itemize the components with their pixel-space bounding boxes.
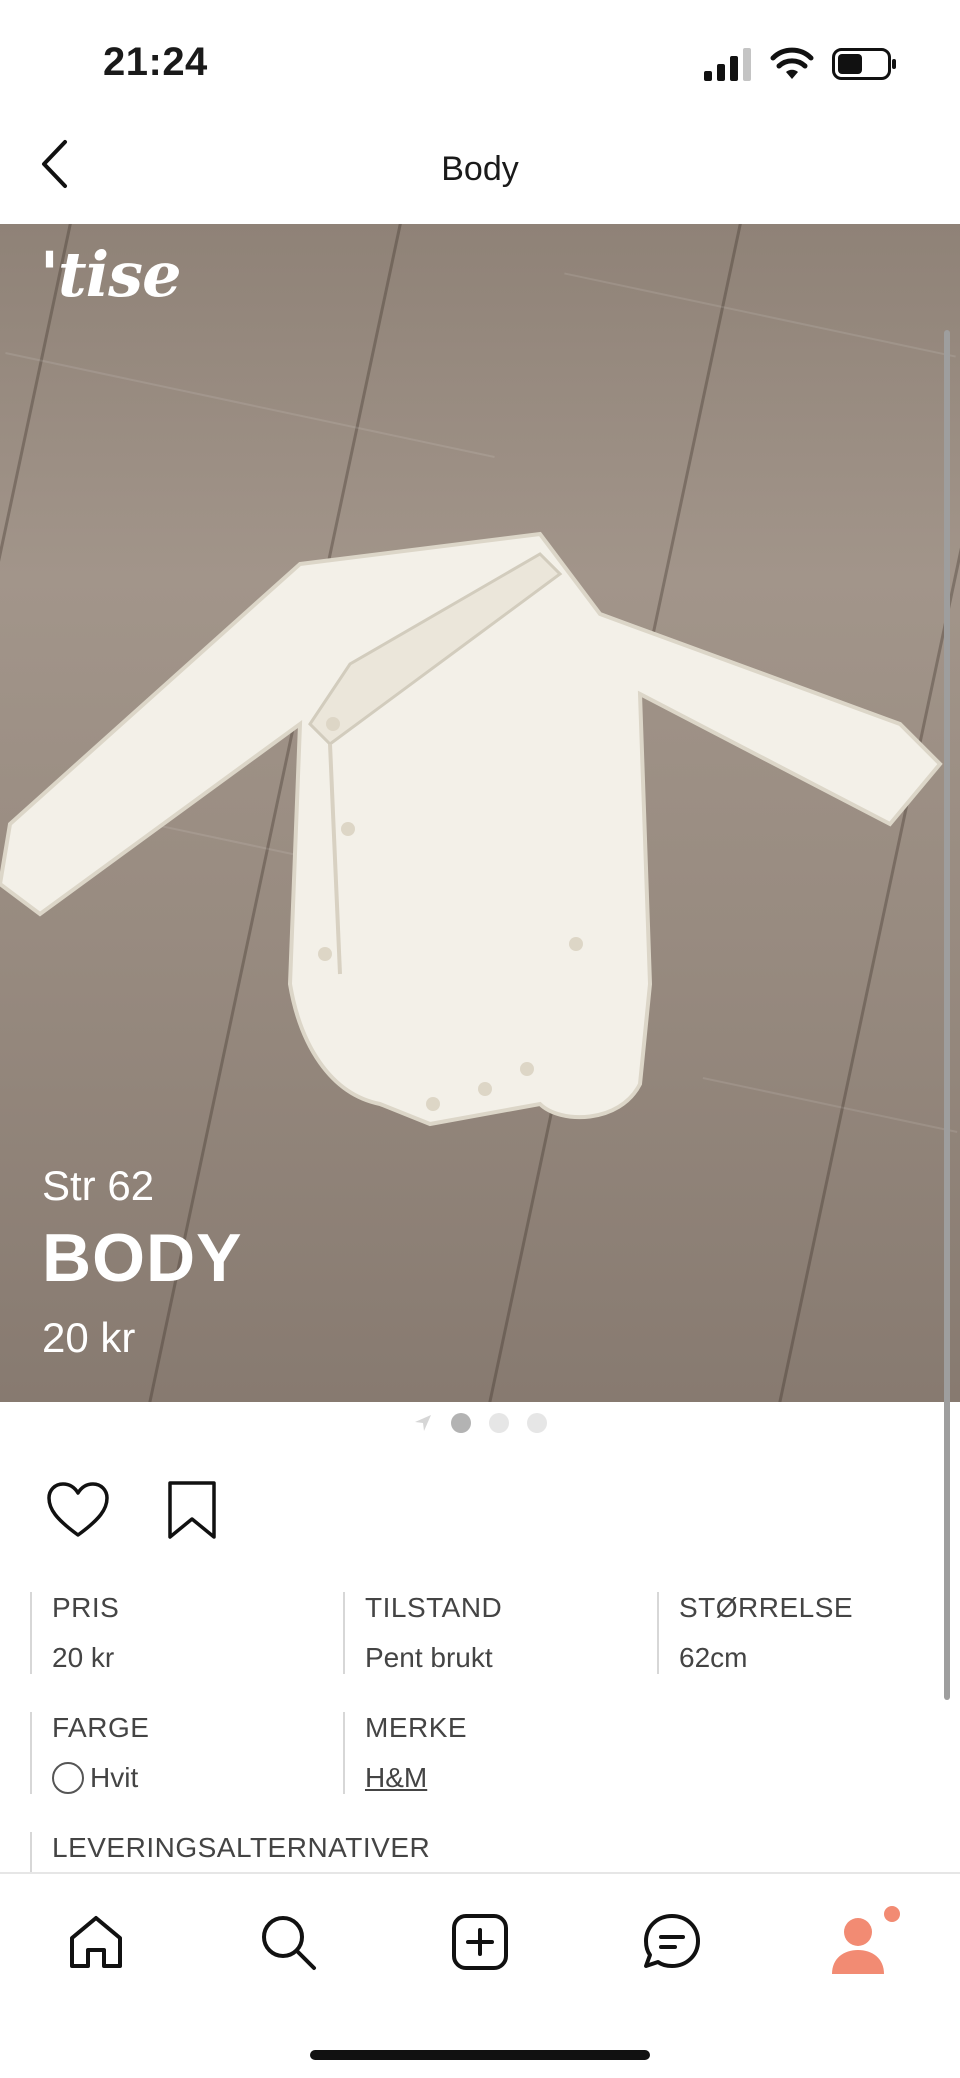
attribute-label: MERKE <box>365 1712 468 1743</box>
attribute-size: STØRRELSE 62cm <box>657 1592 937 1674</box>
attribute-price: PRIS 20 kr <box>30 1592 330 1674</box>
attribute-value: 62cm <box>679 1642 748 1673</box>
tise-logo: 'tise <box>40 238 182 311</box>
tab-home[interactable] <box>56 1902 136 1982</box>
attribute-value: Pent brukt <box>365 1642 493 1673</box>
attribute-label: FARGE <box>52 1712 150 1743</box>
image-pager <box>0 1410 960 1436</box>
attribute-label: STØRRELSE <box>679 1592 854 1623</box>
hero-title: BODY <box>42 1220 243 1296</box>
scrollbar[interactable] <box>944 330 950 1700</box>
pager-dot[interactable] <box>451 1413 471 1433</box>
bottom-tab-bar <box>0 1872 960 2078</box>
nav-header: Body <box>0 110 960 224</box>
attribute-label: LEVERINGSALTERNATIVER <box>52 1832 431 1863</box>
hero-caption: Str 62 BODY 20 kr <box>42 1162 242 1362</box>
save-button[interactable] <box>160 1478 224 1542</box>
wifi-icon <box>770 47 814 79</box>
battery-icon <box>832 48 896 80</box>
attribute-value: 20 kr <box>52 1642 115 1673</box>
status-icons <box>704 44 898 84</box>
cellular-signal-icon <box>704 48 751 81</box>
pager-dot[interactable] <box>527 1413 547 1433</box>
color-swatch <box>52 1762 84 1794</box>
attribute-value: Hvit <box>52 1762 330 1794</box>
page-title: Body <box>441 150 519 188</box>
tab-profile[interactable] <box>824 1902 904 1982</box>
attribute-condition: TILSTAND Pent brukt <box>343 1592 643 1674</box>
tab-add[interactable] <box>440 1902 520 1982</box>
heart-icon <box>47 1482 109 1537</box>
notification-dot <box>884 1906 900 1922</box>
profile-icon <box>832 1906 900 1974</box>
home-icon <box>70 1916 122 1968</box>
add-icon <box>452 1914 508 1970</box>
attribute-brand: MERKE H&M <box>343 1712 643 1794</box>
home-indicator[interactable] <box>310 2050 650 2060</box>
like-button[interactable] <box>46 1478 110 1542</box>
tab-messages[interactable] <box>632 1902 712 1982</box>
hero-size: Str 62 <box>42 1162 155 1209</box>
messages-icon <box>644 1914 700 1968</box>
attribute-color: FARGE Hvit <box>30 1712 330 1794</box>
pager-dot[interactable] <box>489 1413 509 1433</box>
search-icon <box>262 1916 316 1970</box>
attribute-label: PRIS <box>52 1592 120 1623</box>
location-arrow-icon <box>415 1415 431 1431</box>
brand-link[interactable]: H&M <box>365 1762 643 1794</box>
status-time: 21:24 <box>103 40 208 84</box>
bookmark-icon <box>168 1481 216 1539</box>
action-row <box>46 1478 224 1542</box>
tab-search[interactable] <box>248 1902 328 1982</box>
attribute-label: TILSTAND <box>365 1592 503 1623</box>
color-name: Hvit <box>90 1762 139 1793</box>
product-image[interactable]: 'tise Str 62 BODY 20 kr <box>0 224 960 1402</box>
status-bar: 21:24 <box>0 0 960 110</box>
hero-price: 20 kr <box>42 1314 136 1361</box>
attribute-delivery: LEVERINGSALTERNATIVER <box>30 1832 630 1872</box>
